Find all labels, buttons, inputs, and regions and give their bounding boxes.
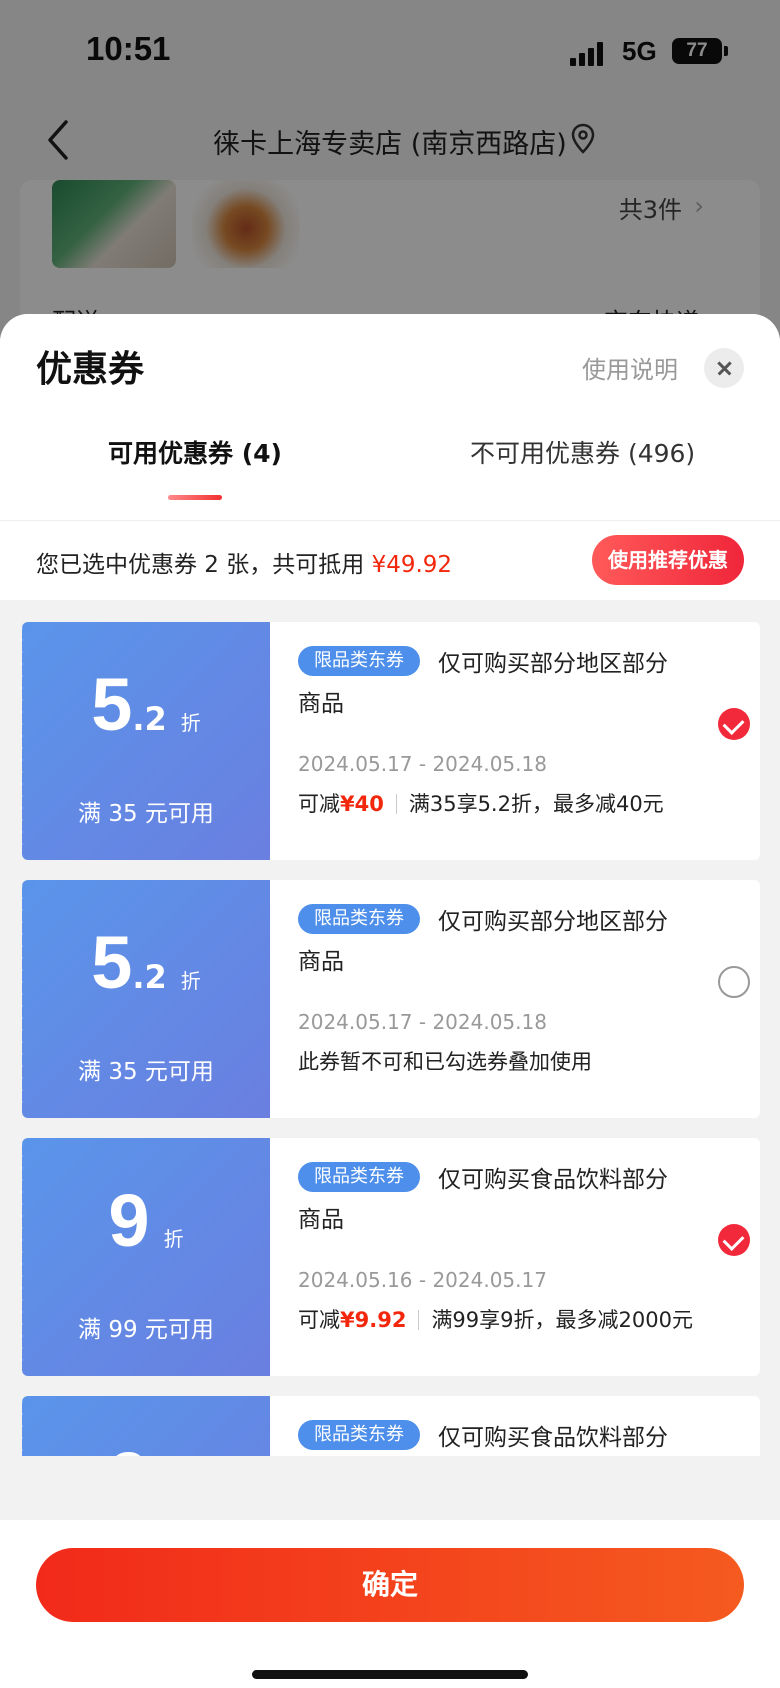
coupon-discount: 5.2 折 xyxy=(22,920,270,1005)
coupon-date: 2024.05.17 - 2024.05.18 xyxy=(298,752,547,776)
coupon-discount: 9折 xyxy=(22,1436,270,1456)
coupon-info: 仅可购买部分地区部分商品 限品类东券 2024.05.17 - 2024.05.… xyxy=(270,880,760,1118)
home-indicator xyxy=(252,1670,528,1679)
detail-amount: ¥9.92 xyxy=(340,1308,407,1332)
coupon-detail: 可减¥9.92 满99享9折，最多减2000元 xyxy=(298,1304,693,1334)
coupon-info: 仅可购买食品饮料部分商品 限品类东券 2024.05.16 - 2024.05.… xyxy=(270,1138,760,1376)
confirm-button[interactable]: 确定 xyxy=(36,1548,744,1622)
coupon-tag: 限品类东券 xyxy=(298,646,420,676)
coupon-discount: 5.2 折 xyxy=(22,662,270,747)
usage-instructions-link[interactable]: 使用说明 xyxy=(582,350,678,385)
coupon-tag: 限品类东券 xyxy=(298,1420,420,1450)
coupon-info: 仅可购买食品饮料部分商品 限品类东券 xyxy=(270,1396,760,1456)
coupon-date: 2024.05.17 - 2024.05.18 xyxy=(298,1010,547,1034)
coupon-value-panel: 9折 xyxy=(22,1396,270,1456)
sheet-title: 优惠券 xyxy=(36,349,145,390)
discount-number: 5 xyxy=(91,663,133,746)
discount-number: 9 xyxy=(108,1437,149,1456)
discount-number: 9 xyxy=(108,1179,150,1262)
coupon-discount: 9折 xyxy=(22,1178,270,1263)
dim-overlay[interactable] xyxy=(0,0,780,340)
divider xyxy=(418,1310,420,1330)
coupon-list[interactable]: 5.2 折 满 35 元可用 仅可购买部分地区部分商品 限品类东券 2024.05… xyxy=(0,600,780,1456)
coupon-checkbox-checked[interactable] xyxy=(718,1224,750,1256)
summary-text: 您已选中优惠券 2 张，共可抵用 ¥49.92 xyxy=(36,545,452,579)
coupon-card[interactable]: 5.2 折 满 35 元可用 仅可购买部分地区部分商品 限品类东券 2024.05… xyxy=(22,622,760,860)
detail-amount: ¥40 xyxy=(340,792,384,816)
coupon-checkbox-checked[interactable] xyxy=(718,708,750,740)
coupon-sheet: 优惠券 使用说明 可用优惠券 (4) 不可用优惠券 (496) 您已选中优惠券 … xyxy=(0,314,780,1688)
confirm-area: 确定 xyxy=(0,1520,780,1688)
coupon-date: 2024.05.16 - 2024.05.17 xyxy=(298,1268,547,1292)
sheet-header: 优惠券 使用说明 可用优惠券 (4) 不可用优惠券 (496) xyxy=(0,314,780,520)
coupon-threshold: 满 99 元可用 xyxy=(78,1317,214,1343)
use-recommended-button[interactable]: 使用推荐优惠 xyxy=(592,535,744,585)
divider xyxy=(395,794,397,814)
detail-rest: 满35享5.2折，最多减40元 xyxy=(408,792,664,816)
close-button[interactable] xyxy=(704,348,744,388)
coupon-stacking-note: 此券暂不可和已勾选券叠加使用 xyxy=(298,1050,592,1074)
active-tab-indicator xyxy=(168,495,222,500)
summary-prefix: 您已选中优惠券 2 张，共可抵用 xyxy=(36,552,372,578)
discount-decimal: .2 xyxy=(132,700,167,738)
discount-decimal: .2 xyxy=(132,958,167,996)
coupon-value-panel: 9折 满 99 元可用 xyxy=(22,1138,270,1376)
discount-unit: 折 xyxy=(180,711,201,735)
detail-prefix: 可减 xyxy=(298,792,340,816)
coupon-detail: 可减¥40 满35享5.2折，最多减40元 xyxy=(298,788,664,818)
coupon-value-panel: 5.2 折 满 35 元可用 xyxy=(22,622,270,860)
summary-amount: ¥49.92 xyxy=(371,552,453,578)
coupon-tag: 限品类东券 xyxy=(298,1162,420,1192)
coupon-card[interactable]: 5.2 折 满 35 元可用 仅可购买部分地区部分商品 限品类东券 2024.05… xyxy=(22,880,760,1118)
coupon-checkbox-unchecked[interactable] xyxy=(718,966,750,998)
tab-unavailable-coupons[interactable]: 不可用优惠券 (496) xyxy=(470,434,695,470)
coupon-value-panel: 5.2 折 满 35 元可用 xyxy=(22,880,270,1118)
coupon-card[interactable]: 9折 仅可购买食品饮料部分商品 限品类东券 xyxy=(22,1396,760,1456)
discount-unit: 折 xyxy=(180,969,201,993)
detail-rest: 满99享9折，最多减2000元 xyxy=(431,1308,693,1332)
coupon-threshold: 满 35 元可用 xyxy=(78,801,214,827)
selection-summary: 您已选中优惠券 2 张，共可抵用 ¥49.92 使用推荐优惠 xyxy=(0,520,780,600)
coupon-threshold: 满 35 元可用 xyxy=(78,1059,214,1085)
discount-number: 5 xyxy=(91,921,133,1004)
discount-unit: 折 xyxy=(163,1227,184,1251)
coupon-card[interactable]: 9折 满 99 元可用 仅可购买食品饮料部分商品 限品类东券 2024.05.1… xyxy=(22,1138,760,1376)
tab-available-coupons[interactable]: 可用优惠券 (4) xyxy=(108,434,282,470)
detail-prefix: 可减 xyxy=(298,1308,340,1332)
coupon-tag: 限品类东券 xyxy=(298,904,420,934)
coupon-info: 仅可购买部分地区部分商品 限品类东券 2024.05.17 - 2024.05.… xyxy=(270,622,760,860)
